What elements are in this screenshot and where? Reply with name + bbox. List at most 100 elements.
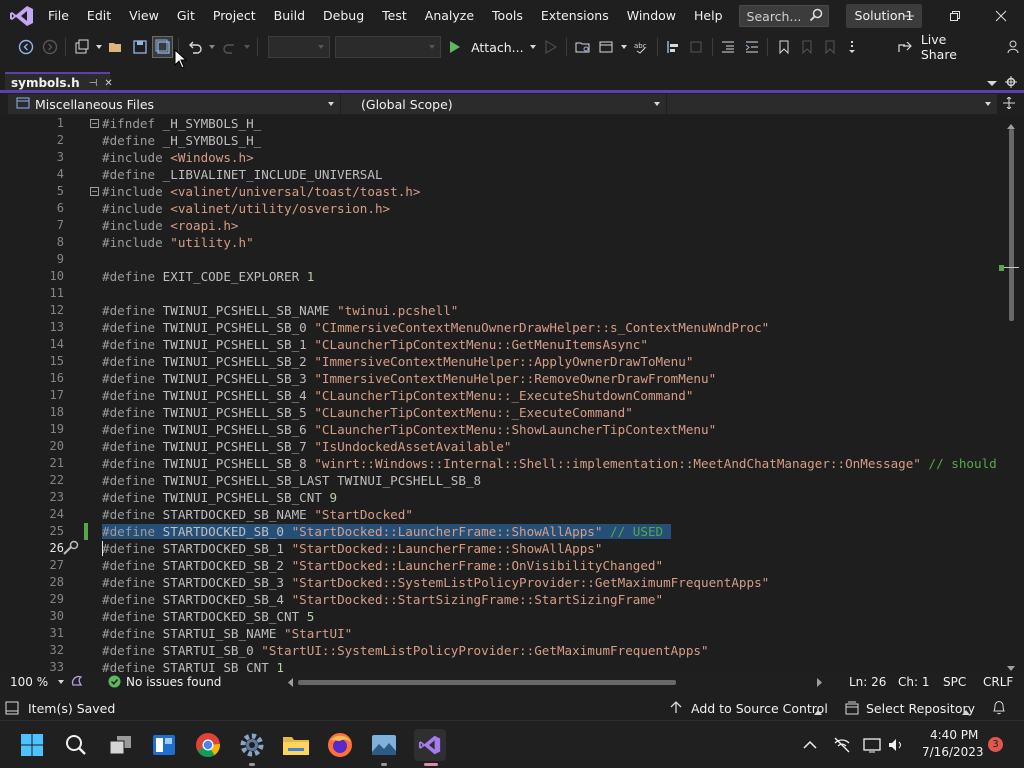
code-line[interactable]: #define _LIBVALINET_INCLUDE_UNIVERSAL — [102, 166, 383, 183]
new-project-icon[interactable] — [71, 36, 92, 58]
code-line[interactable]: #define STARTDOCKED_SB_1 "StartDocked::L… — [102, 540, 602, 557]
pin-icon[interactable]: ⊣ — [89, 78, 98, 89]
solution-configuration-select[interactable] — [268, 36, 330, 58]
code-line[interactable]: #define TWINUI_PCSHELL_SB_7 "IsUndockedA… — [102, 438, 511, 455]
line-indicator[interactable]: Ln: 26 — [849, 675, 886, 689]
quick-actions-screwdriver-icon[interactable] — [62, 540, 82, 559]
spell-check-icon[interactable]: abc — [630, 36, 651, 58]
redo-dropdown-icon[interactable] — [242, 36, 252, 58]
scope-dropdown[interactable]: (Global Scope) — [341, 94, 666, 114]
code-line[interactable]: #include <Windows.h> — [102, 149, 254, 166]
code-line[interactable]: #define TWINUI_PCSHELL_SB_0 "CImmersiveC… — [102, 319, 769, 336]
code-line[interactable]: #define STARTDOCKED_SB_0 "StartDocked::L… — [102, 523, 671, 540]
menu-project[interactable]: Project — [204, 0, 265, 32]
open-folder-icon[interactable] — [106, 36, 127, 58]
settings-gear-icon[interactable] — [238, 731, 266, 759]
source-control-chevron-up-icon[interactable] — [814, 704, 822, 719]
menu-file[interactable]: File — [39, 0, 78, 32]
menu-view[interactable]: View — [120, 0, 168, 32]
feedback-icon[interactable] — [1002, 36, 1023, 58]
align-left-icon[interactable] — [662, 36, 683, 58]
network-disconnected-icon[interactable] — [828, 731, 856, 759]
code-line[interactable]: #define TWINUI_PCSHELL_SB_4 "CLauncherTi… — [102, 387, 693, 404]
member-dropdown[interactable] — [667, 94, 997, 114]
file-explorer-icon[interactable] — [282, 731, 310, 759]
minimize-icon[interactable] — [886, 0, 932, 32]
code-line[interactable]: #define STARTDOCKED_SB_2 "StartDocked::L… — [102, 557, 663, 574]
bookmark-icon[interactable] — [773, 36, 794, 58]
output-window-icon[interactable] — [5, 701, 19, 718]
notifications-bell-icon[interactable] — [992, 700, 1006, 718]
live-share-icon[interactable] — [895, 36, 916, 58]
line-ending-indicator[interactable]: CRLF — [983, 675, 1013, 689]
live-share-button[interactable]: Live Share — [917, 32, 988, 62]
photos-icon[interactable] — [370, 731, 398, 759]
attach-dropdown-icon[interactable] — [529, 36, 539, 58]
next-bookmark-icon[interactable] — [819, 36, 840, 58]
start-without-debugging-icon[interactable] — [540, 36, 561, 58]
menu-extensions[interactable]: Extensions — [532, 0, 618, 32]
menu-edit[interactable]: Edit — [78, 0, 120, 32]
show-hidden-icons-chevron-icon[interactable] — [796, 731, 824, 759]
menu-test[interactable]: Test — [373, 0, 416, 32]
column-indicator[interactable]: Ch: 1 — [898, 675, 929, 689]
notification-count-badge[interactable]: 3 — [988, 737, 1003, 752]
code-line[interactable]: #include <roapi.h> — [102, 217, 239, 234]
clock-time[interactable]: 4:40 PM — [930, 728, 978, 742]
select-repository-button[interactable]: Select Repository — [866, 701, 975, 716]
new-project-dropdown-icon[interactable] — [94, 36, 104, 58]
code-line[interactable]: #define TWINUI_PCSHELL_SB_8 "winrt::Wind… — [102, 455, 997, 472]
code-line[interactable]: #include <valinet/utility/osversion.h> — [102, 200, 390, 217]
forward-icon[interactable] — [39, 36, 60, 58]
tab-list-dropdown-icon[interactable] — [986, 76, 998, 91]
code-text-area[interactable]: #ifndef _H_SYMBOLS_H_ #define _H_SYMBOLS_… — [102, 115, 999, 673]
clock-date[interactable]: 7/16/2023 — [922, 745, 984, 759]
close-window-icon[interactable] — [978, 0, 1024, 32]
code-line[interactable]: #define TWINUI_PCSHELL_SB_3 "ImmersiveCo… — [102, 370, 716, 387]
save-all-icon[interactable] — [152, 36, 174, 58]
vertical-scrollbar[interactable] — [999, 115, 1024, 673]
volume-icon[interactable] — [882, 731, 910, 759]
code-line[interactable]: #define STARTUI_SB_NAME "StartUI" — [102, 625, 352, 642]
menu-window[interactable]: Window — [618, 0, 685, 32]
align-grid-icon[interactable] — [686, 36, 707, 58]
code-line[interactable]: #define STARTDOCKED_SB_3 "StartDocked::S… — [102, 574, 769, 591]
back-icon[interactable] — [16, 36, 37, 58]
start-debugging-icon[interactable] — [445, 36, 466, 58]
code-line[interactable]: #define STARTDOCKED_SB_4 "StartDocked::S… — [102, 591, 663, 608]
code-line[interactable]: #ifndef _H_SYMBOLS_H_ — [102, 115, 261, 132]
zoom-dropdown-icon[interactable] — [57, 675, 65, 689]
code-editor[interactable]: 1−2 3 4 5−6 7 8 9 10 11 12 13 14 15 16 17 18 19 20 21 22 23 2… — [0, 115, 1024, 673]
toolbar-overflow-icon[interactable] — [843, 36, 864, 58]
code-line[interactable]: #define _H_SYMBOLS_H_ — [102, 132, 261, 149]
code-line[interactable]: #define TWINUI_PCSHELL_SB_LAST TWINUI_PC… — [102, 472, 481, 489]
fold-toggle-icon[interactable]: − — [90, 187, 99, 196]
code-line[interactable]: #define EXIT_CODE_EXPLORER 1 — [102, 268, 314, 285]
widgets-icon[interactable] — [150, 731, 178, 759]
code-line[interactable]: #include "utility.h" — [102, 234, 254, 251]
code-line[interactable]: #define TWINUI_PCSHELL_SB_6 "CLauncherTi… — [102, 421, 716, 438]
project-dropdown[interactable]: Miscellaneous Files — [8, 94, 340, 114]
redo-icon[interactable] — [219, 36, 240, 58]
scrollbar-thumb[interactable] — [1009, 129, 1014, 321]
code-line[interactable]: #include <valinet/universal/toast/toast.… — [102, 183, 420, 200]
task-view-icon[interactable] — [106, 731, 134, 759]
taskbar-search-icon[interactable] — [62, 731, 90, 759]
undo-dropdown-icon[interactable] — [208, 36, 218, 58]
whitespace-indicator[interactable]: SPC — [943, 675, 966, 689]
windows-start-icon[interactable] — [18, 731, 46, 759]
code-line[interactable]: #define STARTDOCKED_SB_NAME "StartDocked… — [102, 506, 413, 523]
menu-tools[interactable]: Tools — [483, 0, 532, 32]
firefox-icon[interactable] — [326, 731, 354, 759]
menu-build[interactable]: Build — [265, 0, 314, 32]
previous-bookmark-icon[interactable] — [796, 36, 817, 58]
code-line[interactable]: #define TWINUI_PCSHELL_SB_2 "ImmersiveCo… — [102, 353, 693, 370]
tab-symbols-h[interactable]: symbols.h ⊣ ✕ — [5, 72, 113, 92]
save-icon[interactable] — [129, 36, 150, 58]
search-input[interactable]: Search... — [738, 5, 829, 27]
code-line[interactable]: #define TWINUI_PCSHELL_SB_1 "CLauncherTi… — [102, 336, 648, 353]
menu-help[interactable]: Help — [685, 0, 732, 32]
issues-status[interactable]: No issues found — [126, 675, 221, 689]
code-line[interactable]: #define STARTUI_SB_CNT 1 — [102, 659, 284, 673]
ai-assist-icon[interactable] — [70, 674, 84, 691]
